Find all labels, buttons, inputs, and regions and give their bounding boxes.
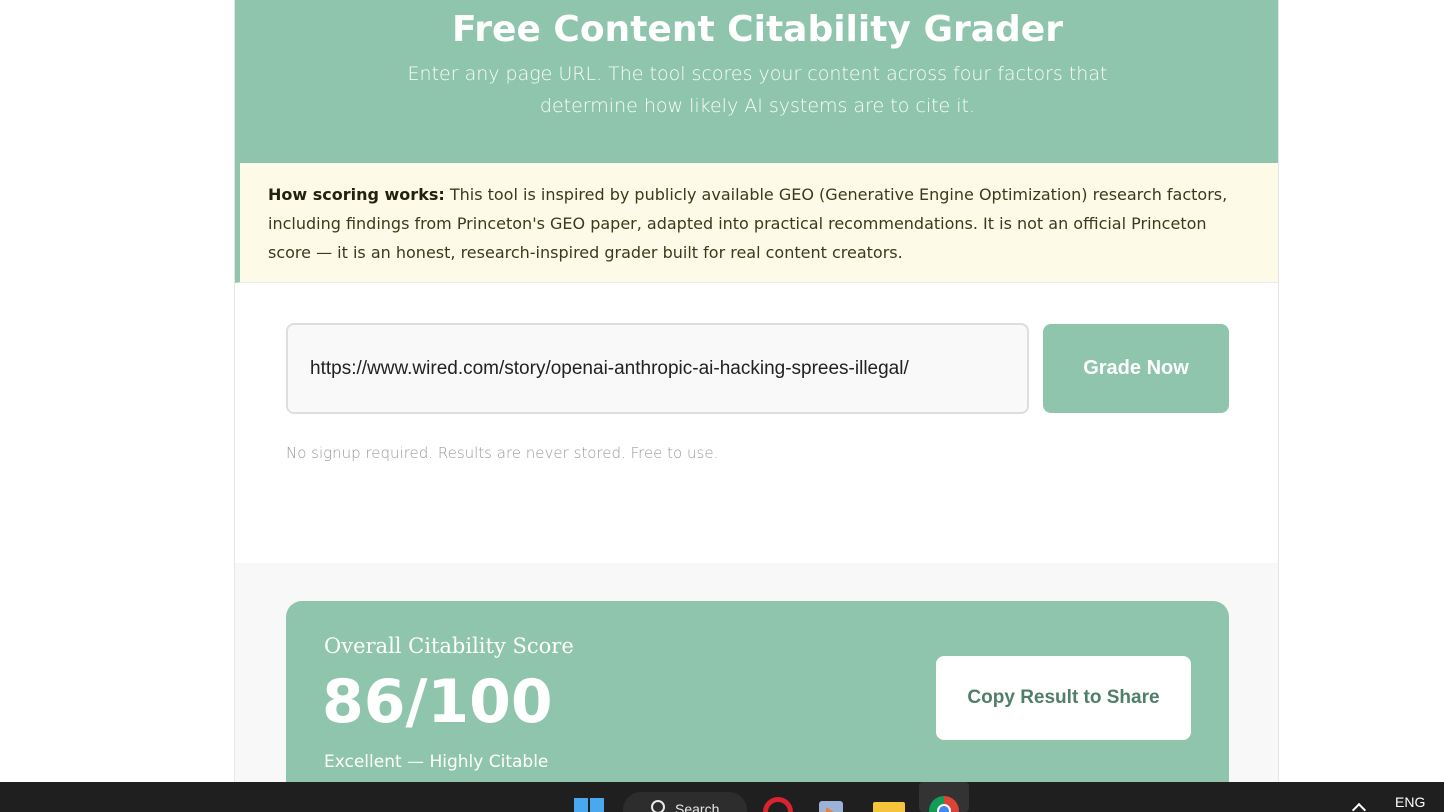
media-player-icon[interactable]: [819, 797, 845, 812]
hero-banner: Free Content Citability Grader Enter any…: [235, 0, 1278, 163]
taskbar: Search ENG: [0, 782, 1444, 812]
file-explorer-icon[interactable]: [873, 797, 905, 812]
score-value: 86/100: [322, 667, 553, 737]
scoring-note-label: How scoring works:: [268, 185, 445, 204]
windows-start-icon[interactable]: [574, 798, 604, 812]
url-input[interactable]: [286, 323, 1029, 414]
page-container: Free Content Citability Grader Enter any…: [234, 0, 1279, 782]
scoring-note: How scoring works: This tool is inspired…: [235, 163, 1278, 283]
page-subtitle: Enter any page URL. The tool scores your…: [407, 63, 1108, 117]
tray-chevron-icon[interactable]: [1351, 802, 1367, 812]
form-hint: No signup required. Results are never st…: [286, 444, 719, 462]
language-indicator[interactable]: ENG: [1395, 794, 1425, 810]
grader-form: Grade Now No signup required. Results ar…: [235, 283, 1278, 563]
grade-now-button[interactable]: Grade Now: [1043, 324, 1229, 413]
page-title: Free Content Citability Grader: [452, 9, 1063, 50]
score-label: Overall Citability Score: [324, 634, 574, 658]
search-icon: [651, 800, 665, 812]
copy-result-button[interactable]: Copy Result to Share: [936, 656, 1191, 740]
taskbar-search-label: Search: [675, 801, 720, 812]
score-card: Overall Citability Score 86/100 Excellen…: [286, 601, 1229, 782]
opera-icon[interactable]: [763, 797, 795, 812]
results-section: Overall Citability Score 86/100 Excellen…: [235, 563, 1278, 782]
chrome-taskbar-button[interactable]: [919, 782, 969, 812]
score-description: Excellent — Highly Citable: [324, 752, 549, 772]
chrome-icon: [929, 796, 959, 812]
taskbar-search[interactable]: Search: [623, 792, 747, 812]
